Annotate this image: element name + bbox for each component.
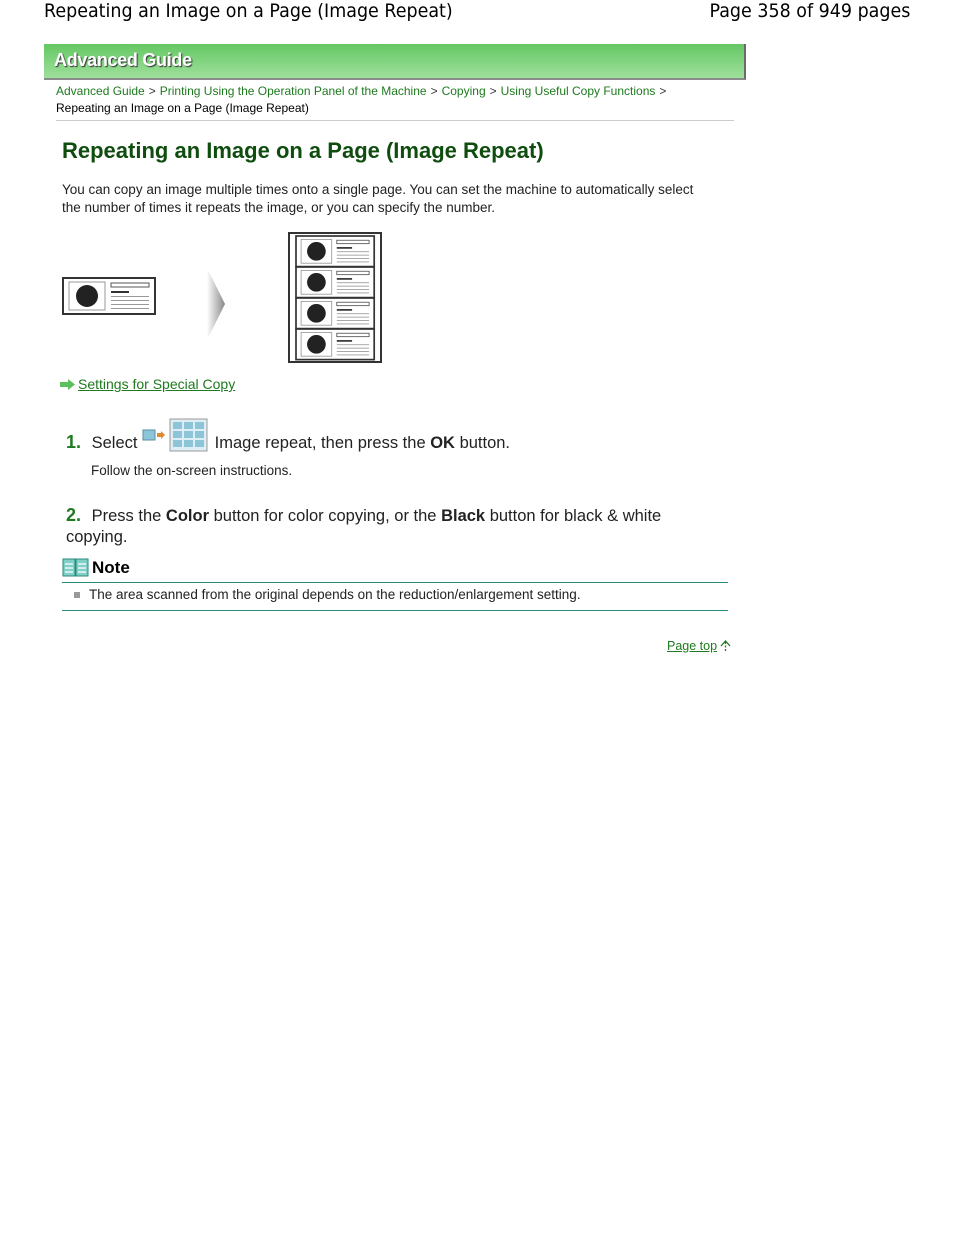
page-top-label: Page top xyxy=(667,639,718,653)
settings-special-copy-label: Settings for Special Copy xyxy=(78,376,236,392)
breadcrumb-current: Repeating an Image on a Page (Image Repe… xyxy=(56,101,309,115)
breadcrumb-useful-copy-functions[interactable]: Using Useful Copy Functions xyxy=(501,84,656,98)
black-button-label: Black xyxy=(441,507,486,525)
bullet-icon xyxy=(74,591,80,598)
page-top-link[interactable]: Page top xyxy=(667,639,731,653)
green-arrow-icon xyxy=(60,378,75,390)
breadcrumb-separator: > xyxy=(430,84,438,98)
note-item-text: The area scanned from the original depen… xyxy=(89,587,581,602)
note-book-icon xyxy=(62,558,89,577)
breadcrumb-separator: > xyxy=(489,84,497,98)
breadcrumb-printing-operation-panel[interactable]: Printing Using the Operation Panel of th… xyxy=(160,84,427,98)
advanced-guide-banner: Advanced Guide xyxy=(44,44,746,80)
breadcrumb-separator: > xyxy=(148,84,156,98)
image-repeat-icon xyxy=(142,418,208,452)
banner-label: Advanced Guide xyxy=(54,50,192,70)
note-divider xyxy=(62,582,728,583)
note-item: The area scanned from the original depen… xyxy=(74,587,581,602)
step-text: Press the xyxy=(91,507,162,525)
arrow-icon xyxy=(207,268,225,340)
step-1-subtext: Follow the on-screen instructions. xyxy=(91,463,293,478)
breadcrumb-copying[interactable]: Copying xyxy=(442,84,486,98)
settings-special-copy-link[interactable]: Settings for Special Copy xyxy=(60,376,235,392)
document-title: Repeating an Image on a Page (Image Repe… xyxy=(44,0,453,22)
up-arrow-icon xyxy=(720,640,731,652)
step-text: Image repeat, then press the xyxy=(214,434,426,452)
page-title: Repeating an Image on a Page (Image Repe… xyxy=(62,138,544,163)
step-text: Select xyxy=(91,434,138,452)
repeated-page-icon xyxy=(288,232,382,363)
breadcrumb-advanced-guide[interactable]: Advanced Guide xyxy=(56,84,145,98)
step-number: 1. xyxy=(66,432,82,452)
ok-button-label: OK xyxy=(430,434,455,452)
breadcrumb: Advanced Guide > Printing Using the Operat… xyxy=(56,83,732,117)
page-indicator: Page 358 of 949 pages xyxy=(709,0,910,22)
original-document-icon xyxy=(62,277,156,315)
color-button-label: Color xyxy=(165,507,209,525)
divider xyxy=(56,120,734,121)
note-title: Note xyxy=(92,558,130,577)
breadcrumb-separator: > xyxy=(659,84,667,98)
note-heading: Note xyxy=(62,557,130,579)
step-text: button. xyxy=(459,434,511,452)
step-text: button for color copying, or the xyxy=(213,507,437,525)
step-number: 2. xyxy=(66,505,82,525)
note-divider xyxy=(62,610,728,611)
step-1: 1. Select Image repeat, then press the O… xyxy=(66,418,510,453)
step-2: 2. Press the Color button for color copy… xyxy=(66,505,706,548)
image-repeat-illustration xyxy=(62,232,382,363)
intro-text: You can copy an image multiple times ont… xyxy=(62,182,694,215)
